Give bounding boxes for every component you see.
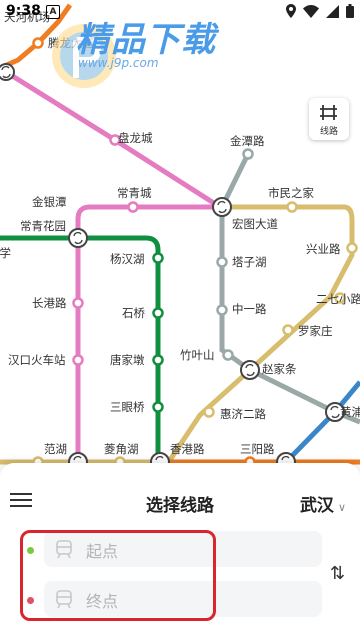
station-label[interactable]: 市民之家 [268, 186, 314, 200]
station-label[interactable]: 金银潭 [32, 195, 67, 209]
station-label[interactable]: 长港路 [32, 296, 67, 310]
station-label[interactable]: 石桥 [122, 306, 145, 320]
station-label[interactable]: 罗家庄 [298, 324, 333, 338]
line-button-label: 线路 [319, 127, 338, 137]
line-selector-button[interactable]: 线路 [309, 98, 349, 140]
route-panel: 选择线路 武汉 ∨ 起点 终点 ⇅ [0, 463, 360, 640]
station-label[interactable]: 中一路 [232, 302, 267, 316]
station-label[interactable]: 唐家墩 [110, 353, 145, 367]
station-label[interactable]: 常青城 [117, 186, 152, 200]
station-label[interactable]: 范湖 [44, 442, 67, 456]
station-label[interactable]: 二七小路 [316, 292, 360, 306]
line-pink-2 [75, 204, 220, 460]
station-label[interactable]: 常青花园 [20, 219, 66, 233]
status-time: 9:38 [6, 3, 41, 19]
station-label[interactable]: 黄浦路 [340, 405, 360, 419]
wifi-icon [303, 4, 319, 18]
station-label[interactable]: 金潭路 [230, 134, 265, 148]
status-icons [286, 4, 354, 18]
route-icon [320, 105, 337, 120]
swap-button[interactable]: ⇅ [330, 563, 345, 584]
notification-icon: A [46, 5, 60, 19]
location-icon [286, 4, 296, 18]
station-label[interactable]: 香港路 [170, 442, 205, 456]
station-label[interactable]: 汉口火车站 [8, 353, 66, 367]
station-label[interactable]: 大学 [0, 246, 11, 260]
chevron-down-icon: ∨ [337, 501, 346, 514]
station-label[interactable]: 惠济二路 [220, 407, 266, 421]
battery-icon [346, 4, 354, 18]
status-bar: 9:38 A [0, 0, 360, 24]
station-label[interactable]: 塔子湖 [232, 255, 267, 269]
station-label[interactable]: 杨汉湖 [110, 252, 145, 266]
station-label[interactable]: 宏图大道 [232, 217, 278, 231]
station-label[interactable]: 兴业路 [306, 242, 341, 256]
station-label[interactable]: 菱角湖 [104, 442, 139, 456]
station-label[interactable]: 竹叶山 [180, 348, 215, 362]
city-name: 武汉 [299, 496, 334, 516]
city-selector[interactable]: 武汉 ∨ [300, 491, 346, 516]
metro-map[interactable]: 天河机场 腾龙大道 盘龙城 金潭路 常青城 金银潭 市民之家 常青花园 宏图大道… [0, 0, 360, 470]
highlight-box [20, 530, 216, 621]
watermark-url: www.j9p.com [78, 56, 159, 70]
station-label[interactable]: 赵家条 [262, 362, 297, 376]
signal-icon [326, 4, 339, 18]
station-label[interactable]: 三阳路 [240, 442, 275, 456]
station-label[interactable]: 盘龙城 [118, 131, 153, 145]
station-label[interactable]: 三眼桥 [110, 400, 145, 414]
